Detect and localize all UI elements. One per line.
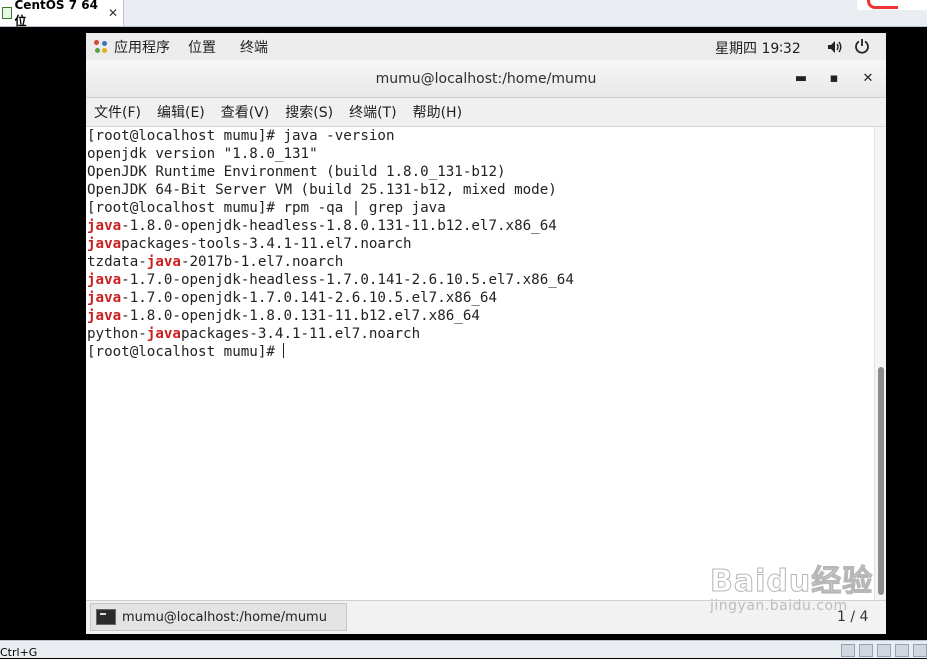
terminal-text: [root@localhost mumu]# rpm -qa | grep ja… xyxy=(87,200,446,216)
terminal-line: java-1.8.0-openjdk-headless-1.8.0.131-11… xyxy=(87,217,574,235)
terminal-line: OpenJDK 64-Bit Server VM (build 25.131-b… xyxy=(87,181,574,199)
host-tab-bar: CentOS 7 64 位 ✕ xyxy=(0,0,927,28)
watermark-main: Baidu经验 xyxy=(709,564,874,600)
terminal-line: [root@localhost mumu]# rpm -qa | grep ja… xyxy=(87,199,574,217)
menu-bar: 文件(F) 编辑(E) 查看(V) 搜索(S) 终端(T) 帮助(H) xyxy=(86,98,886,127)
vm-tab-label: CentOS 7 64 位 xyxy=(14,0,98,28)
terminal-text: python- xyxy=(87,326,147,342)
terminal-text: packages-tools-3.4.1-11.el7.noarch xyxy=(121,236,412,252)
terminal-line: openjdk version "1.8.0_131" xyxy=(87,145,574,163)
window-titlebar[interactable]: mumu@localhost:/home/mumu ▬ ▪ ✕ xyxy=(86,60,886,98)
menu-edit[interactable]: 编辑(E) xyxy=(149,102,213,122)
terminal-text: -1.8.0-openjdk-1.8.0.131-11.b12.el7.x86_… xyxy=(121,308,480,324)
terminal-text: -1.7.0-openjdk-1.7.0.141-2.6.10.5.el7.x8… xyxy=(121,290,498,306)
grep-match: java xyxy=(146,254,181,270)
gnome-top-panel: 应用程序 位置 终端 星期四 19∶32 xyxy=(86,33,886,61)
terminal-line: java-1.7.0-openjdk-headless-1.7.0.141-2.… xyxy=(87,271,574,289)
close-tab-icon[interactable]: ✕ xyxy=(108,6,118,20)
disk-icon[interactable] xyxy=(841,644,855,657)
menu-file[interactable]: 文件(F) xyxy=(86,102,149,122)
taskbar-item-label: mumu@localhost:/home/mumu xyxy=(122,609,327,625)
terminal-app-menu[interactable]: 终端 xyxy=(240,37,268,57)
volume-icon[interactable] xyxy=(827,40,843,54)
terminal-text: [root@localhost mumu]# xyxy=(87,344,284,360)
applications-menu[interactable]: 应用程序 xyxy=(86,37,170,57)
terminal-text: openjdk version "1.8.0_131" xyxy=(87,146,318,162)
menu-search[interactable]: 搜索(S) xyxy=(277,102,341,122)
grep-match: java xyxy=(146,326,181,342)
taskbar-terminal-item[interactable]: mumu@localhost:/home/mumu xyxy=(90,603,347,631)
places-menu[interactable]: 位置 xyxy=(188,37,216,57)
terminal-line: javapackages-tools-3.4.1-11.el7.noarch xyxy=(87,235,574,253)
terminal-line: java-1.8.0-openjdk-1.8.0.131-11.b12.el7.… xyxy=(87,307,574,325)
grep-match: java xyxy=(87,308,122,324)
baidu-watermark: Baidu经验 jingyan.baidu.com xyxy=(709,556,874,615)
display-icon[interactable] xyxy=(913,644,927,657)
brand-logo-icon xyxy=(857,0,927,10)
terminal-output[interactable]: [root@localhost mumu]# java -version open… xyxy=(86,127,874,600)
applications-icon xyxy=(94,39,108,54)
status-hint: Ctrl+G xyxy=(0,646,38,659)
terminal-icon xyxy=(96,609,116,625)
vm-icon xyxy=(2,7,12,19)
network-icon[interactable] xyxy=(877,644,891,657)
places-label: 位置 xyxy=(188,39,216,56)
scrollbar-thumb[interactable] xyxy=(878,367,884,595)
terminal-text: packages-3.4.1-11.el7.noarch xyxy=(180,326,421,342)
terminal-text: OpenJDK Runtime Environment (build 1.8.0… xyxy=(87,164,506,180)
vm-tab[interactable]: CentOS 7 64 位 ✕ xyxy=(0,0,124,28)
terminal-text: [root@localhost mumu]# java -version xyxy=(87,128,395,144)
terminal-text: -2017b-1.el7.noarch xyxy=(180,254,344,270)
power-icon[interactable] xyxy=(854,38,870,54)
minimize-button[interactable]: ▬ xyxy=(793,70,809,86)
host-status-bar: Ctrl+G xyxy=(0,640,927,659)
terminal-window: mumu@localhost:/home/mumu ▬ ▪ ✕ 文件(F) 编辑… xyxy=(86,60,886,633)
close-button[interactable]: ✕ xyxy=(860,70,876,86)
window-title: mumu@localhost:/home/mumu xyxy=(375,71,597,87)
terminal-line: [root@localhost mumu]# xyxy=(87,343,574,361)
grep-match: java xyxy=(87,290,122,306)
grep-match: java xyxy=(87,236,122,252)
terminal-text: -1.7.0-openjdk-headless-1.7.0.141-2.6.10… xyxy=(121,272,574,288)
watermark-sub: jingyan.baidu.com xyxy=(710,598,848,614)
terminal-text: tzdata- xyxy=(87,254,147,270)
terminal-line: [root@localhost mumu]# java -version xyxy=(87,127,574,145)
usb-icon[interactable] xyxy=(895,644,909,657)
terminal-line: OpenJDK Runtime Environment (build 1.8.0… xyxy=(87,163,574,181)
text-cursor xyxy=(283,343,285,358)
terminal-text: -1.8.0-openjdk-headless-1.8.0.131-11.b12… xyxy=(121,218,557,234)
clock[interactable]: 星期四 19∶32 xyxy=(715,38,801,58)
terminal-lines: [root@localhost mumu]# java -version open… xyxy=(87,127,574,361)
device-status-icons xyxy=(841,644,927,657)
menu-terminal[interactable]: 终端(T) xyxy=(341,102,404,122)
menu-help[interactable]: 帮助(H) xyxy=(405,102,470,122)
terminal-line: python-javapackages-3.4.1-11.el7.noarch xyxy=(87,325,574,343)
grep-match: java xyxy=(87,218,122,234)
terminal-line: java-1.7.0-openjdk-1.7.0.141-2.6.10.5.el… xyxy=(87,289,574,307)
applications-label: 应用程序 xyxy=(114,39,170,56)
terminal-app-label: 终端 xyxy=(240,39,268,56)
terminal-scrollbar[interactable] xyxy=(874,127,886,600)
maximize-button[interactable]: ▪ xyxy=(826,70,842,86)
grep-match: java xyxy=(87,272,122,288)
terminal-text: OpenJDK 64-Bit Server VM (build 25.131-b… xyxy=(87,182,557,198)
menu-view[interactable]: 查看(V) xyxy=(213,102,278,122)
cdrom-icon[interactable] xyxy=(859,644,873,657)
terminal-line: tzdata-java-2017b-1.el7.noarch xyxy=(87,253,574,271)
